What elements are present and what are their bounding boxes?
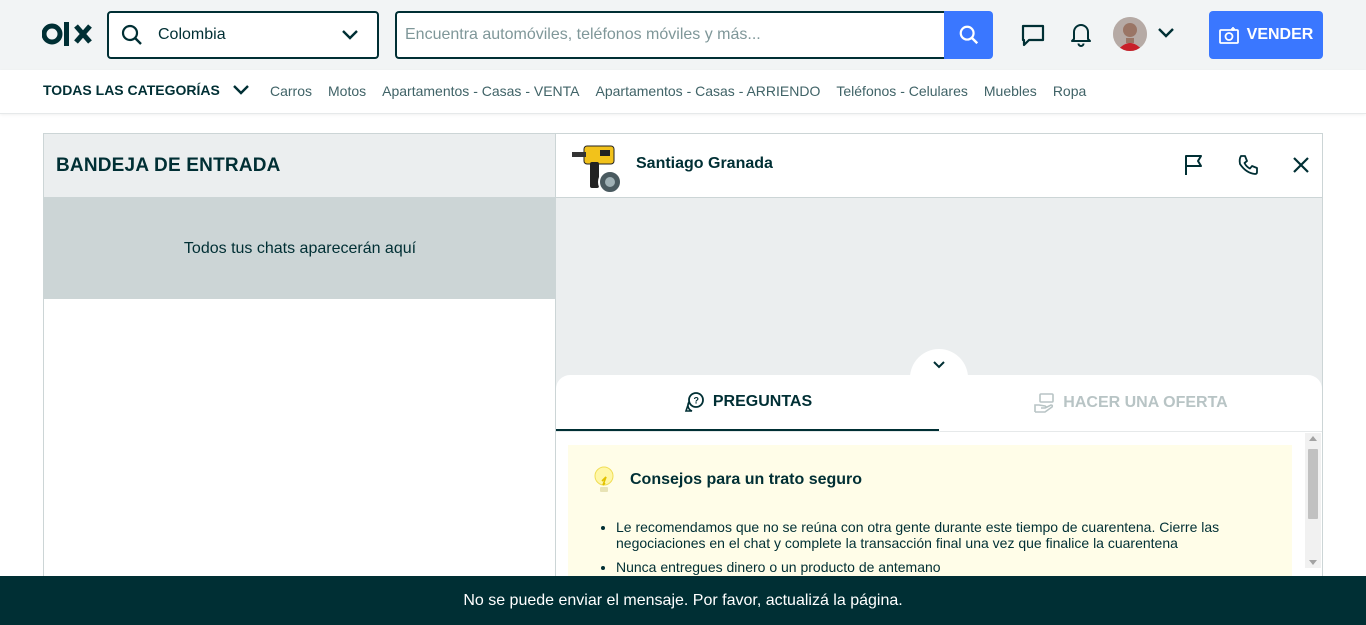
all-categories-dropdown[interactable]: TODAS LAS CATEGORÍAS [43, 82, 250, 98]
tips-title: Consejos para un trato seguro [630, 471, 863, 488]
error-toast: No se puede enviar el mensaje. Por favor… [0, 576, 1366, 625]
tab-label: PREGUNTAS [712, 393, 813, 410]
list-item: Nunca entregues dinero o un producto de … [616, 559, 1236, 575]
user-photo [1113, 17, 1147, 51]
category-link-aptos-venta[interactable]: Apartamentos - Casas - VENTA [382, 83, 579, 99]
inbox-header: BANDEJA DE ENTRADA [44, 134, 556, 198]
chevron-down-icon[interactable] [341, 28, 359, 42]
inbox-empty-state: Todos tus chats aparecerán aquí [44, 198, 556, 299]
lightbulb-icon [594, 466, 614, 492]
category-link-aptos-arriendo[interactable]: Apartamentos - Casas - ARRIENDO [596, 83, 821, 99]
camera-plus-icon [1218, 27, 1239, 44]
scroll-down-arrow[interactable] [1309, 560, 1317, 565]
product-thumbnail[interactable] [570, 142, 620, 192]
category-link-ropa[interactable]: Ropa [1053, 83, 1086, 99]
tab-hacer-oferta[interactable]: HACER UNA OFERTA [939, 375, 1322, 431]
olx-logo[interactable] [42, 21, 94, 47]
category-link-motos[interactable]: Motos [328, 83, 366, 99]
chevron-down-icon [232, 85, 249, 95]
all-categories-label: TODAS LAS CATEGORÍAS [43, 82, 220, 98]
question-bubble-icon: ? [684, 392, 704, 412]
scrollbar[interactable] [1305, 433, 1321, 568]
toast-message: No se puede enviar el mensaje. Por favor… [463, 591, 903, 609]
scroll-thumb[interactable] [1308, 449, 1318, 519]
search-icon [959, 25, 978, 45]
chevron-down-icon [933, 361, 945, 369]
tab-preguntas[interactable]: ? PREGUNTAS [556, 375, 939, 431]
inbox-empty-message: Todos tus chats aparecerán aquí [183, 239, 417, 257]
offer-hand-icon [1034, 393, 1055, 413]
search-button[interactable] [944, 11, 993, 59]
chat-tabs: ? PREGUNTAS HACER UNA OFERTA [556, 375, 1322, 432]
chat-panel: Santiago Granada ? PREGUNTAS HACER UNA O… [555, 133, 1323, 595]
inbox-title: BANDEJA DE ENTRADA [56, 154, 281, 176]
location-value: Colombia [158, 26, 226, 43]
search-input[interactable] [397, 13, 945, 57]
quick-actions-panel: ? PREGUNTAS HACER UNA OFERTA Consejos pa… [556, 375, 1322, 595]
tips-list: Le recomendamos que no se reúna con otra… [616, 519, 1236, 583]
top-header: Colombia VENDER [0, 0, 1366, 70]
search-field [395, 11, 945, 59]
close-icon[interactable] [1291, 155, 1311, 175]
safety-tips-box: Consejos para un trato seguro Le recomen… [568, 445, 1292, 595]
list-item: Le recomendamos que no se reúna con otra… [616, 519, 1236, 551]
chat-user-name: Santiago Granada [636, 155, 773, 172]
phone-icon[interactable] [1237, 154, 1259, 176]
category-bar: TODAS LAS CATEGORÍAS Carros Motos Aparta… [0, 70, 1366, 114]
search-icon [121, 24, 142, 45]
inbox-panel: BANDEJA DE ENTRADA Todos tus chats apare… [43, 133, 556, 593]
flag-icon[interactable] [1183, 154, 1205, 176]
avatar[interactable] [1113, 17, 1147, 51]
chevron-down-icon[interactable] [1157, 26, 1175, 40]
tab-label: HACER UNA OFERTA [1063, 394, 1228, 411]
bell-icon[interactable] [1069, 21, 1093, 47]
location-selector[interactable]: Colombia [107, 11, 379, 59]
category-link-carros[interactable]: Carros [270, 83, 312, 99]
scroll-up-arrow[interactable] [1309, 436, 1317, 441]
category-link-muebles[interactable]: Muebles [984, 83, 1037, 99]
svg-text:?: ? [693, 396, 699, 406]
chat-icon[interactable] [1020, 22, 1046, 48]
category-links: Carros Motos Apartamentos - Casas - VENT… [270, 83, 1086, 99]
chat-header: Santiago Granada [556, 134, 1322, 198]
category-link-telefonos[interactable]: Teléfonos - Celulares [836, 83, 968, 99]
sell-button[interactable]: VENDER [1209, 11, 1323, 59]
sell-label: VENDER [1246, 26, 1314, 43]
